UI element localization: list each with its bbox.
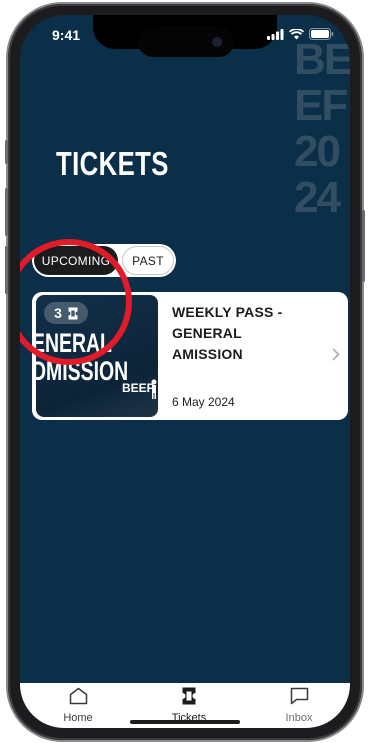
power-button xyxy=(362,210,365,282)
status-icons xyxy=(267,28,334,40)
ticket-title: WEEKLY PASS - GENERAL AMISSION xyxy=(172,304,283,362)
dynamic-island xyxy=(138,27,234,57)
camera-icon xyxy=(212,37,222,47)
ticket-icon xyxy=(182,687,196,705)
volume-down-button xyxy=(5,246,8,294)
signal-icon xyxy=(267,28,284,40)
tab-past[interactable]: PAST xyxy=(122,246,174,275)
chevron-right-icon xyxy=(332,348,340,361)
tabbar-label-inbox: Inbox xyxy=(285,712,313,724)
background-text-line: 24 xyxy=(294,173,341,222)
background-text-line: EF xyxy=(294,81,348,130)
home-icon xyxy=(69,687,87,705)
background-text-line: BEEF xyxy=(294,35,350,84)
inbox-icon xyxy=(290,687,308,705)
battery-icon xyxy=(309,28,334,40)
ticket-date: 6 May 2024 xyxy=(172,395,235,409)
wifi-icon xyxy=(289,28,304,39)
tabbar-item-home[interactable]: Home xyxy=(43,687,113,724)
screen: BEEF EF 20 24 9:41 TICKETS UPCOMING PAST xyxy=(20,15,350,728)
background-event-text: BEEF EF 20 24 xyxy=(294,37,350,221)
status-time: 9:41 xyxy=(52,27,81,43)
tabbar-item-tickets[interactable]: Tickets xyxy=(154,687,224,724)
mascot-icon xyxy=(151,379,157,399)
tabbar-label-home: Home xyxy=(63,712,93,724)
background-text-line: 20 xyxy=(294,127,341,176)
home-indicator xyxy=(130,720,240,724)
volume-up-button xyxy=(5,188,8,236)
tabbar-item-inbox[interactable]: Inbox xyxy=(264,687,334,724)
mute-switch xyxy=(5,140,8,164)
page-title: TICKETS xyxy=(56,145,169,182)
